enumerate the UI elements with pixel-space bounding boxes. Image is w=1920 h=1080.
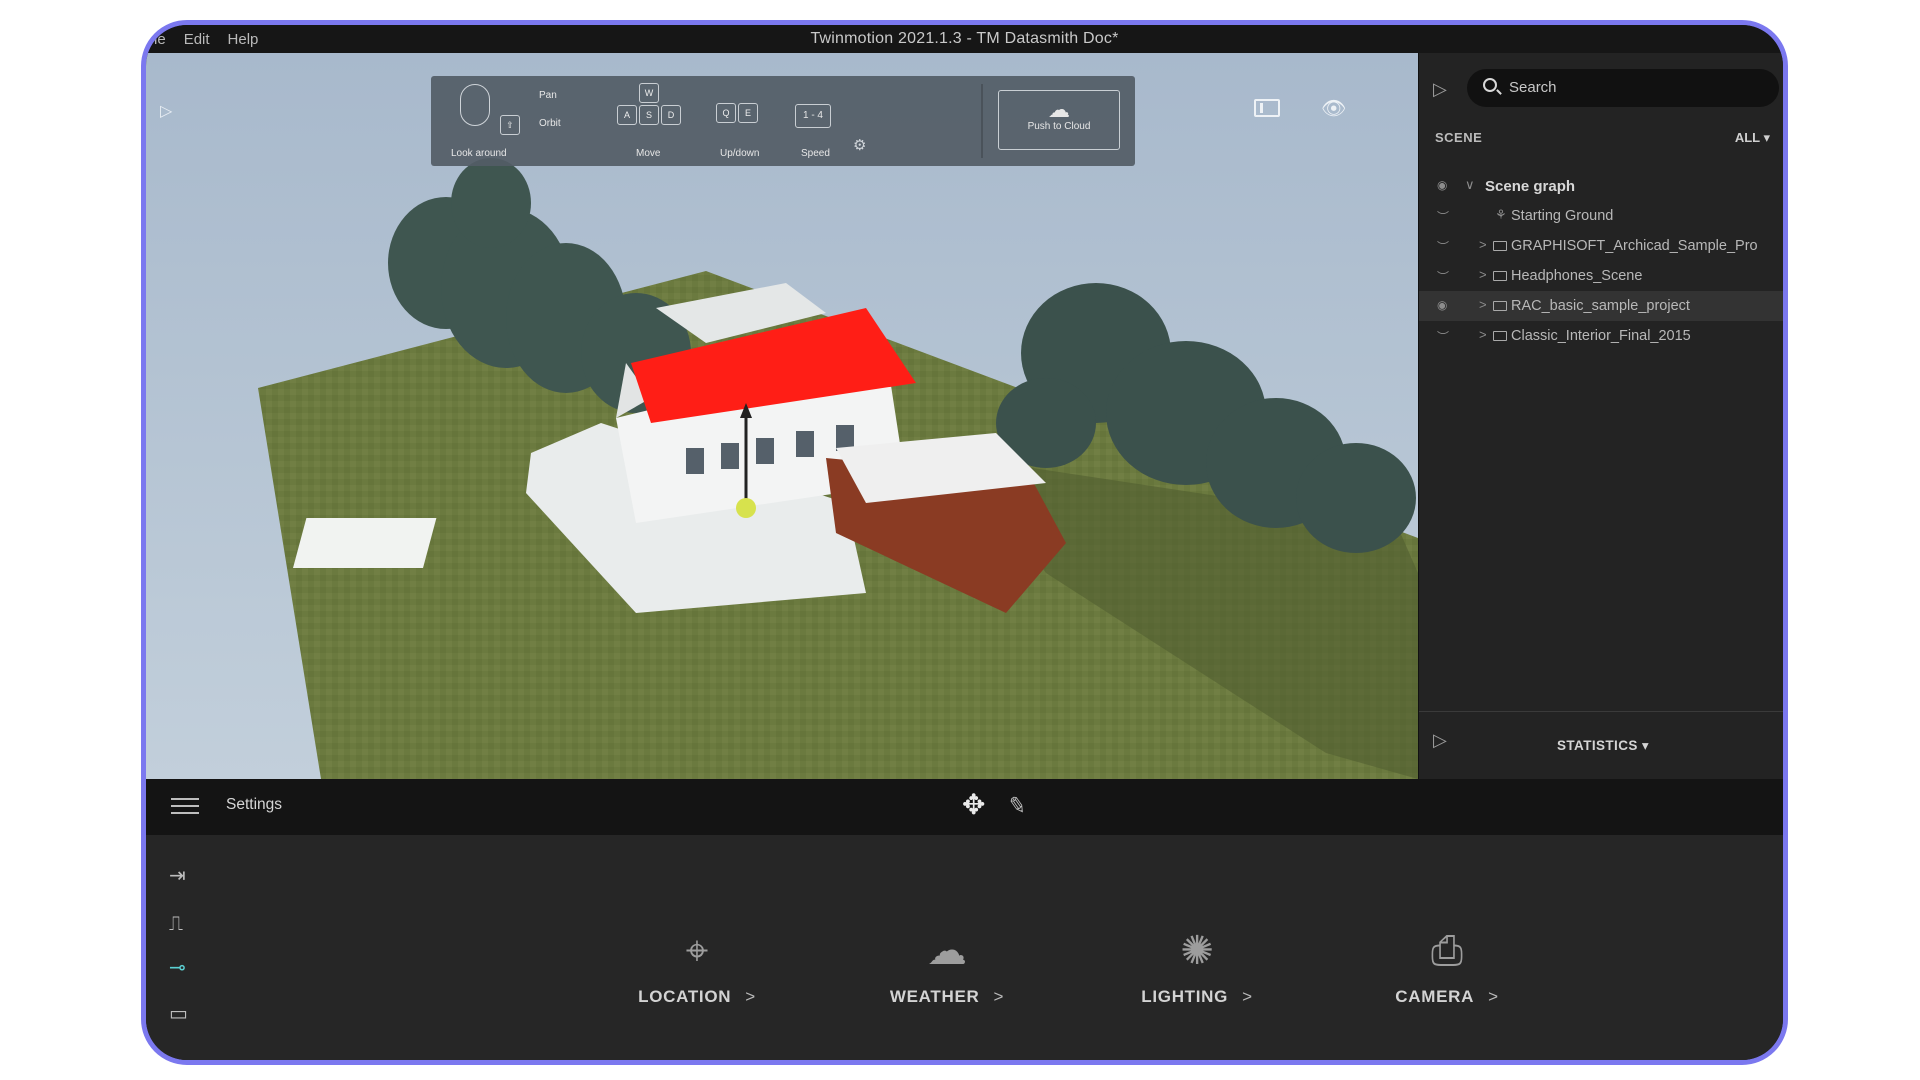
weather-label: WEATHER	[889, 987, 980, 1006]
tree-item-headphones[interactable]: ︶ > Headphones_Scene	[1419, 261, 1783, 291]
orbit-label: Orbit	[539, 118, 561, 129]
weather-icon: ☁	[927, 929, 967, 973]
divider	[981, 84, 983, 158]
statistics-bar: ▷ STATISTICS ▾	[1419, 711, 1783, 779]
expand-left-panel-icon[interactable]: ▷	[160, 101, 172, 121]
chevron-right-icon[interactable]: >	[1479, 297, 1487, 312]
location-label: LOCATION	[638, 987, 732, 1006]
statistics-label: STATISTICS	[1557, 738, 1638, 753]
app-window-frame: le Edit Help Twinmotion 2021.1.3 - TM Da…	[141, 20, 1788, 1065]
settings-slider-icon[interactable]: ⊸	[169, 957, 205, 979]
tree-item-label: Headphones_Scene	[1511, 268, 1643, 284]
location-category[interactable]: ⌖ LOCATION >	[607, 927, 787, 1007]
updown-keys: QE	[709, 102, 765, 124]
lighting-category[interactable]: ✺ LIGHTING >	[1107, 927, 1287, 1007]
shift-key: ⇧	[500, 115, 520, 135]
pan-label: Pan	[539, 90, 557, 101]
folder-icon	[1493, 331, 1507, 341]
tree-item-label: Starting Ground	[1511, 208, 1614, 224]
tree-item-scene-graph[interactable]: ◉ ∨ Scene graph	[1419, 171, 1783, 201]
scene-graph-tree: ◉ ∨ Scene graph ︶ ⚘ Starting Ground ︶ > …	[1419, 171, 1783, 351]
scene-panel: ▷ Search SCENE ALL ▾ ◉ ∨ Scene graph ︶ ⚘…	[1418, 53, 1783, 779]
panel-toggle-icon[interactable]	[1254, 99, 1280, 117]
look-around-group	[445, 82, 505, 126]
eye-icon[interactable]: ◉	[1437, 178, 1447, 192]
chevron-right-icon[interactable]: >	[1479, 267, 1487, 282]
ground-icon: ⚘	[1495, 207, 1507, 222]
window-title: Twinmotion 2021.1.3 - TM Datasmith Doc*	[810, 30, 1119, 47]
move-keys: W ASD	[609, 82, 689, 126]
chevron-right-icon: >	[745, 987, 756, 1006]
path-icon[interactable]: ⎍	[169, 913, 205, 935]
chevron-right-icon: >	[1242, 987, 1253, 1006]
media-icon[interactable]: ▭	[169, 1003, 205, 1025]
speed-keys: 1 - 4	[795, 104, 831, 128]
key-s: S	[639, 105, 659, 125]
chevron-right-icon: >	[1488, 987, 1499, 1006]
search-input[interactable]: Search	[1467, 69, 1779, 107]
key-d: D	[661, 105, 681, 125]
chevron-down-icon[interactable]: ∨	[1465, 177, 1475, 193]
chevron-right-icon[interactable]: >	[1479, 327, 1487, 342]
tree-item-rac-basic[interactable]: ◉ > RAC_basic_sample_project	[1419, 291, 1783, 321]
3d-viewport[interactable]: ▷ Look around Pan Orbit ⇧ W ASD Move QE …	[146, 53, 1418, 779]
lighting-label: LIGHTING	[1141, 987, 1229, 1006]
tree-item-label: Scene graph	[1485, 178, 1576, 195]
folder-icon	[1493, 241, 1507, 251]
hamburger-menu-icon[interactable]	[171, 798, 199, 816]
mouse-icon	[460, 84, 490, 126]
eye-icon[interactable]: ◉	[1437, 298, 1447, 312]
title-bar: le Edit Help Twinmotion 2021.1.3 - TM Da…	[146, 25, 1783, 53]
settings-label[interactable]: Settings	[226, 796, 282, 814]
folder-icon	[1493, 271, 1507, 281]
key-q: Q	[716, 103, 736, 123]
tree-item-label: RAC_basic_sample_project	[1511, 298, 1690, 314]
chevron-right-icon: >	[993, 987, 1005, 1006]
pencil-icon[interactable]: ✎	[1006, 792, 1028, 821]
eye-hidden-icon[interactable]: ︶	[1437, 268, 1449, 285]
tree-item-graphisoft[interactable]: ︶ > GRAPHISOFT_Archicad_Sample_Pro	[1419, 231, 1783, 261]
push-to-cloud-label: Push to Cloud	[1027, 121, 1091, 132]
camera-category[interactable]: ⎙ CAMERA >	[1357, 927, 1537, 1007]
key-a: A	[617, 105, 637, 125]
updown-label: Up/down	[720, 148, 760, 159]
eye-hidden-icon[interactable]: ︶	[1437, 238, 1449, 255]
key-e: E	[738, 103, 758, 123]
eye-hidden-icon[interactable]: ︶	[1437, 328, 1449, 345]
weather-category[interactable]: ☁ WEATHER >	[857, 927, 1037, 1007]
folder-icon	[1493, 301, 1507, 311]
scene-section-label: SCENE	[1435, 130, 1483, 145]
expand-statistics-icon[interactable]: ▷	[1433, 730, 1447, 751]
statistics-dropdown[interactable]: STATISTICS ▾	[1557, 738, 1649, 754]
move-tool-icon[interactable]: ✥	[962, 791, 985, 819]
scene-filter-dropdown[interactable]: ALL ▾	[1735, 130, 1770, 146]
tree-item-label: Classic_Interior_Final_2015	[1511, 328, 1691, 344]
tree-item-starting-ground[interactable]: ︶ ⚘ Starting Ground	[1419, 201, 1783, 231]
patio-tiles	[293, 518, 437, 568]
search-icon	[1483, 78, 1497, 92]
speed-label: Speed	[801, 148, 830, 159]
tree-item-label: GRAPHISOFT_Archicad_Sample_Pro	[1511, 238, 1758, 254]
bottom-toolbar: Settings ✥ ✎	[146, 779, 1783, 835]
expand-panel-icon[interactable]: ▷	[1433, 79, 1447, 100]
camera-icon: ⎙	[1431, 929, 1463, 973]
eye-icon[interactable]: 👁	[1321, 96, 1346, 121]
location-pin-icon: ⌖	[685, 929, 709, 973]
import-icon[interactable]: ⇥	[169, 865, 205, 887]
move-label: Move	[636, 148, 661, 159]
search-placeholder: Search	[1509, 79, 1557, 96]
look-around-label: Look around	[451, 148, 507, 159]
bottom-panel: ⇥ ⎍ ⊸ ▭ ⌖ LOCATION > ☁ WEATHER > ✺ LIGHTIN…	[146, 835, 1783, 1060]
camera-label: CAMERA	[1395, 987, 1475, 1006]
tree-item-classic-interior[interactable]: ︶ > Classic_Interior_Final_2015	[1419, 321, 1783, 351]
chevron-right-icon[interactable]: >	[1479, 237, 1487, 252]
filter-value: ALL	[1734, 130, 1760, 145]
navigation-help-panel: Look around Pan Orbit ⇧ W ASD Move QE Up…	[431, 76, 1135, 166]
lighting-icon: ✺	[1180, 929, 1214, 973]
push-to-cloud-button[interactable]: ☁ Push to Cloud	[998, 90, 1120, 150]
eye-hidden-icon[interactable]: ︶	[1437, 208, 1449, 225]
gear-icon[interactable]: ⚙	[853, 136, 866, 154]
cloud-upload-icon: ☁	[1048, 97, 1070, 122]
key-w: W	[639, 83, 659, 103]
